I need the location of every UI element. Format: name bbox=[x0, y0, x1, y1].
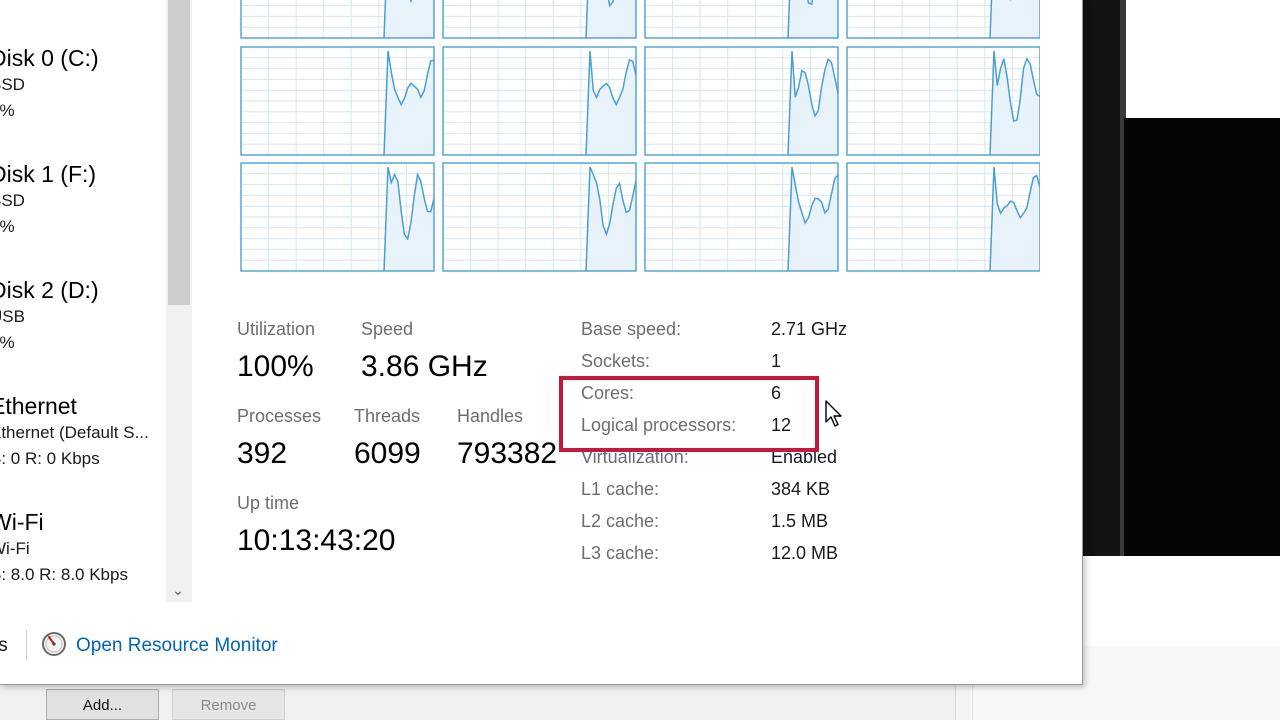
l2-cache-label: L2 cache: bbox=[581, 511, 660, 531]
sidebar-item-usage: 0% bbox=[0, 333, 15, 352]
handles-value: 793382 bbox=[457, 437, 558, 470]
base-speed-value: 2.71 GHz bbox=[771, 319, 848, 339]
l3-cache-label: L3 cache: bbox=[581, 543, 660, 563]
footer-separator bbox=[26, 630, 27, 660]
sidebar-item-title: Wi-Fi bbox=[0, 509, 44, 535]
sidebar-item-title: Disk 2 (D:) bbox=[0, 277, 99, 303]
utilization-value: 100% bbox=[237, 350, 314, 383]
sidebar-item-title: Disk 1 (F:) bbox=[0, 161, 97, 187]
processes-label: Processes bbox=[237, 406, 322, 426]
sidebar-scrollbar-thumb[interactable] bbox=[168, 0, 190, 305]
footer-links: ls Open Resource Monitor bbox=[0, 628, 600, 664]
sidebar-item-title: Disk 0 (C:) bbox=[0, 45, 99, 71]
sidebar-item-ethernet[interactable]: Ethernet Ethernet (Default S... S: 0 R: … bbox=[0, 392, 166, 472]
cpu-core-graphs bbox=[240, 0, 1041, 272]
cpu-core-graph bbox=[442, 0, 637, 39]
l1-cache-value: 384 KB bbox=[771, 479, 831, 499]
cpu-core-graph bbox=[846, 0, 1041, 39]
sidebar-item-type: SSD bbox=[0, 75, 25, 94]
screen: Add... Remove Disk 0 (C:) SSD 0% Disk 1 … bbox=[0, 0, 1280, 720]
cpu-core-graph bbox=[846, 46, 1041, 156]
cpu-core-graph bbox=[644, 162, 839, 272]
cpu-core-graph bbox=[644, 46, 839, 156]
cpu-core-graph bbox=[846, 162, 1041, 272]
sidebar-item-disk-1[interactable]: Disk 1 (F:) SSD 0% bbox=[0, 160, 166, 240]
cpu-core-graph bbox=[442, 46, 637, 156]
sidebar-item-adapter: Ethernet (Default S... bbox=[0, 423, 149, 442]
mouse-cursor-icon bbox=[825, 400, 842, 427]
uptime-label: Up time bbox=[237, 493, 300, 513]
scroll-down-icon[interactable]: ⌄ bbox=[166, 580, 190, 600]
add-button[interactable]: Add... bbox=[46, 689, 159, 720]
threads-label: Threads bbox=[354, 406, 421, 426]
cpu-core-graph bbox=[240, 46, 435, 156]
speed-label: Speed bbox=[361, 319, 414, 339]
sidebar-item-type: USB bbox=[0, 307, 25, 326]
remove-button[interactable]: Remove bbox=[172, 689, 285, 720]
open-resource-monitor-link[interactable]: Open Resource Monitor bbox=[76, 635, 278, 657]
performance-sidebar: Disk 0 (C:) SSD 0% Disk 1 (F:) SSD 0% Di… bbox=[0, 0, 192, 602]
processes-value: 392 bbox=[237, 437, 288, 470]
handles-label: Handles bbox=[457, 406, 524, 426]
cpu-graph-grid bbox=[240, 0, 1041, 272]
cpu-core-graph bbox=[644, 0, 839, 39]
sidebar-item-wifi[interactable]: Wi-Fi Wi-Fi S: 8.0 R: 8.0 Kbps bbox=[0, 508, 166, 588]
background-dialog-edge bbox=[955, 684, 971, 720]
task-manager-window: Disk 0 (C:) SSD 0% Disk 1 (F:) SSD 0% Di… bbox=[0, 0, 1083, 685]
l2-cache-value: 1.5 MB bbox=[771, 511, 829, 531]
fewer-details-link[interactable]: ls bbox=[0, 635, 8, 657]
speed-value: 3.86 GHz bbox=[361, 350, 488, 383]
sockets-value: 1 bbox=[771, 351, 782, 371]
sidebar-item-title: Ethernet bbox=[0, 393, 77, 419]
sidebar-item-usage: 0% bbox=[0, 217, 15, 236]
sidebar-item-adapter: Wi-Fi bbox=[0, 539, 30, 558]
cpu-core-graph bbox=[240, 162, 435, 272]
sidebar-item-type: SSD bbox=[0, 191, 25, 210]
uptime-value: 10:13:43:20 bbox=[237, 524, 396, 557]
threads-value: 6099 bbox=[354, 437, 421, 470]
sockets-label: Sockets: bbox=[581, 351, 651, 371]
cpu-core-graph bbox=[240, 0, 435, 39]
base-speed-label: Base speed: bbox=[581, 319, 682, 339]
l3-cache-value: 12.0 MB bbox=[771, 543, 839, 563]
sidebar-item-disk-2[interactable]: Disk 2 (D:) USB 0% bbox=[0, 276, 166, 356]
l1-cache-label: L1 cache: bbox=[581, 479, 660, 499]
sidebar-item-disk-0[interactable]: Disk 0 (C:) SSD 0% bbox=[0, 44, 166, 124]
background-dark-window bbox=[1124, 118, 1280, 556]
sidebar-item-usage: 0% bbox=[0, 101, 15, 120]
sidebar-item-throughput: S: 0 R: 0 Kbps bbox=[0, 449, 100, 468]
cpu-core-graph bbox=[442, 162, 637, 272]
highlight-box bbox=[559, 376, 819, 452]
utilization-label: Utilization bbox=[237, 319, 316, 339]
sidebar-item-throughput: S: 8.0 R: 8.0 Kbps bbox=[0, 565, 128, 584]
resource-monitor-icon[interactable] bbox=[41, 631, 67, 657]
